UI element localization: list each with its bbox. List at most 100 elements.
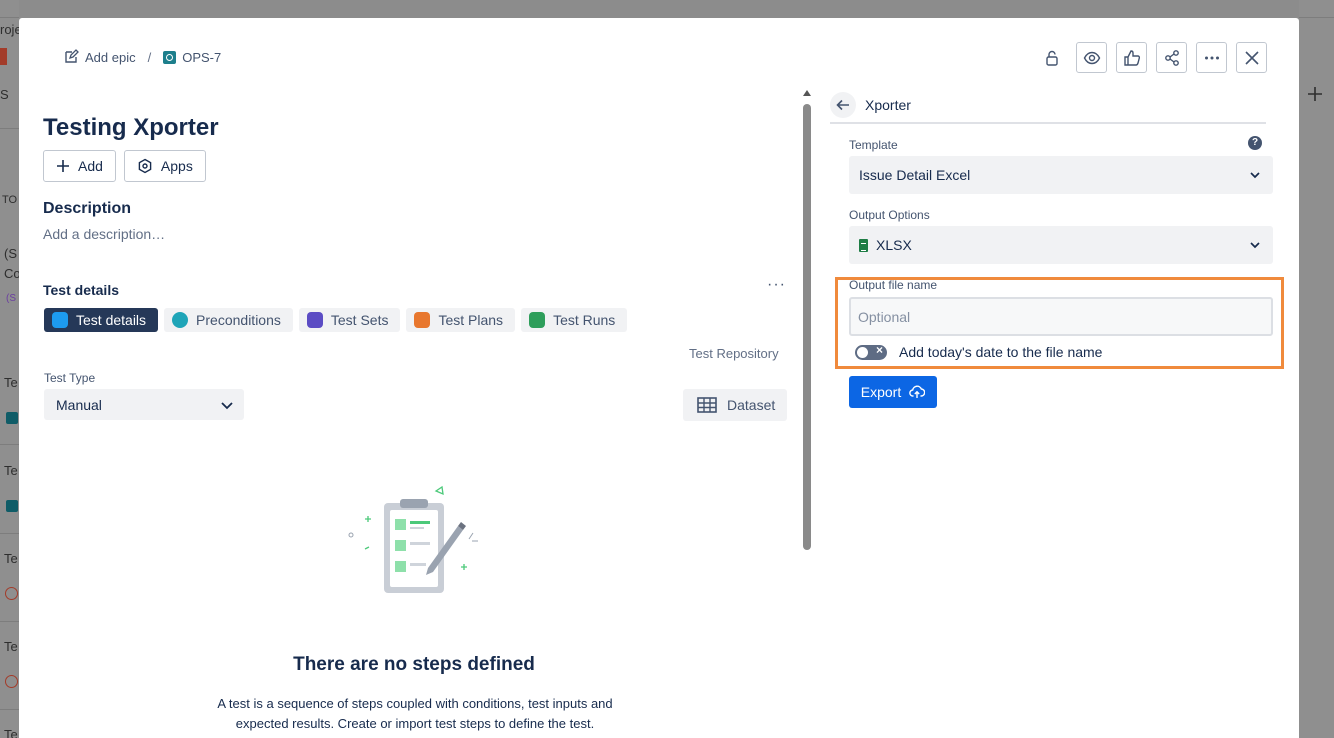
background-text: Te: [4, 727, 18, 738]
background-right: [1299, 0, 1334, 738]
output-options-label: Output Options: [849, 208, 930, 222]
vote-button[interactable]: [1116, 42, 1147, 73]
back-button[interactable]: [830, 92, 856, 118]
test-run-icon: [529, 312, 546, 328]
test-details-more-button[interactable]: ···: [767, 276, 786, 294]
plus-icon: [1308, 87, 1322, 101]
export-button[interactable]: Export: [849, 376, 937, 408]
scrollbar[interactable]: [803, 90, 811, 552]
output-value: XLSX: [876, 237, 912, 253]
bug-icon: [5, 587, 18, 600]
chevron-down-icon: [1250, 172, 1260, 179]
table-icon: [697, 397, 717, 413]
output-value-group: XLSX: [859, 237, 912, 253]
description-field[interactable]: Add a description…: [43, 226, 165, 242]
file-name-label: Output file name: [849, 278, 938, 292]
background-text: S: [0, 87, 9, 102]
more-icon: [1204, 56, 1219, 59]
help-icon[interactable]: ?: [1248, 136, 1262, 150]
chevron-down-icon: [1250, 242, 1260, 249]
breadcrumb-separator: /: [147, 49, 152, 65]
divider: [1299, 17, 1334, 18]
test-set-icon: [306, 312, 323, 328]
add-epic-link[interactable]: Add epic: [63, 49, 136, 65]
tab-test-plans[interactable]: Test Plans: [406, 308, 516, 332]
project-icon: [0, 48, 7, 65]
divider: [0, 621, 19, 622]
test-details-tabs: Test details Preconditions Test Sets Tes…: [44, 308, 628, 332]
test-type-label: Test Type: [44, 371, 96, 385]
background-text: Te: [4, 375, 18, 390]
list-icon: [52, 312, 68, 328]
scroll-up-arrow-icon[interactable]: [803, 90, 811, 96]
issue-toolbar: [1036, 42, 1267, 73]
issue-actions: Add Apps: [43, 150, 206, 182]
cloud-upload-icon: [909, 385, 926, 398]
tab-test-runs[interactable]: Test Runs: [521, 308, 628, 332]
close-button[interactable]: [1236, 42, 1267, 73]
empty-steps-text: A test is a sequence of steps coupled wi…: [217, 696, 613, 731]
issue-modal: Add epic / OPS-7 Testing Xporter Add App…: [19, 18, 1299, 738]
tab-label: Test Sets: [330, 312, 389, 328]
empty-steps-illustration: [348, 485, 478, 593]
template-value: Issue Detail Excel: [859, 167, 971, 183]
chevron-down-icon: [221, 401, 233, 409]
tab-test-sets[interactable]: Test Sets: [298, 308, 401, 332]
date-toggle[interactable]: [855, 343, 887, 360]
export-label: Export: [860, 384, 902, 400]
divider: [0, 709, 19, 710]
background-text: Te: [4, 551, 18, 566]
dataset-button[interactable]: Dataset: [683, 389, 787, 421]
apps-button[interactable]: Apps: [123, 150, 206, 182]
issue-title[interactable]: Testing Xporter: [43, 114, 219, 142]
issue-key: OPS-7: [182, 49, 222, 65]
apps-button-label: Apps: [160, 158, 193, 174]
background-text: Te: [4, 639, 18, 654]
eye-icon: [1083, 51, 1100, 64]
tab-label: Test Runs: [553, 312, 616, 328]
tab-label: Test details: [76, 312, 147, 328]
divider: [0, 444, 19, 445]
share-button[interactable]: [1156, 42, 1187, 73]
test-repository-link[interactable]: Test Repository: [689, 346, 779, 361]
description-heading: Description: [43, 200, 132, 217]
add-epic-label: Add epic: [85, 49, 136, 65]
apps-icon: [138, 158, 152, 174]
add-button-label: Add: [78, 158, 103, 174]
date-toggle-row: Add today's date to the file name: [855, 343, 1103, 360]
test-type-select[interactable]: Manual: [44, 389, 244, 420]
tab-test-details[interactable]: Test details: [44, 308, 159, 332]
output-options-select[interactable]: XLSX: [849, 226, 1273, 264]
background-issue-list: roje S TO (S Co (S Te Te Te Te Te: [0, 0, 22, 738]
issue-key-link[interactable]: OPS-7: [163, 50, 221, 65]
breadcrumb: Add epic / OPS-7: [63, 49, 221, 65]
background-text: TO: [2, 194, 18, 206]
date-toggle-label: Add today's date to the file name: [899, 344, 1103, 360]
test-type-value: Manual: [56, 396, 102, 413]
bug-icon: [5, 675, 18, 688]
precondition-icon: [172, 312, 189, 328]
test-issue-icon: [163, 50, 177, 64]
edit-icon: [65, 49, 79, 63]
xporter-panel: Xporter Template ? Issue Detail Excel Ou…: [814, 88, 1299, 738]
template-select[interactable]: Issue Detail Excel: [849, 156, 1273, 194]
more-actions-button[interactable]: [1196, 42, 1227, 73]
test-plan-icon: [414, 312, 431, 328]
background-text: (S: [6, 293, 16, 304]
unlock-icon: [1045, 50, 1058, 66]
empty-steps-heading: There are no steps defined: [293, 654, 535, 675]
file-name-input[interactable]: Optional: [849, 297, 1273, 336]
issue-main-panel: Testing Xporter Add Apps Description Add…: [19, 88, 809, 738]
divider: [0, 17, 19, 18]
tab-preconditions[interactable]: Preconditions: [164, 308, 293, 332]
add-button[interactable]: Add: [43, 150, 116, 182]
template-label: Template: [849, 138, 898, 152]
scrollbar-thumb[interactable]: [803, 104, 811, 550]
xporter-header: Xporter: [830, 88, 1266, 124]
watch-button[interactable]: [1076, 42, 1107, 73]
divider: [0, 533, 19, 534]
divider: [0, 128, 19, 129]
lock-button[interactable]: [1036, 42, 1067, 73]
arrow-left-icon: [836, 99, 849, 111]
close-icon: [1244, 50, 1259, 65]
